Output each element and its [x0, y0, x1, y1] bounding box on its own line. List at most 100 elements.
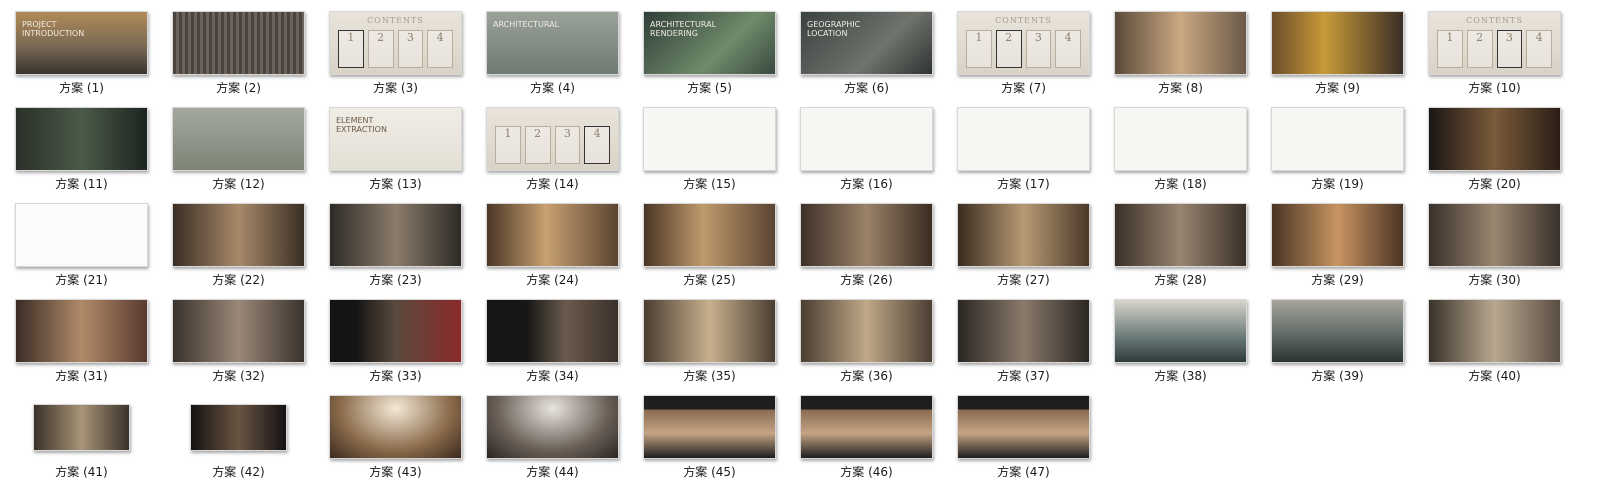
thumbnail-image[interactable] — [33, 403, 130, 451]
thumbnail-image[interactable] — [329, 395, 462, 459]
thumbnail-image[interactable] — [172, 107, 305, 171]
thumbnail-image[interactable]: 1 2 3 4 CONTENTS — [1428, 11, 1561, 75]
thumbnail-image[interactable]: 1 2 3 4 CONTENTS — [957, 11, 1090, 75]
thumbnail-image[interactable]: 1234 — [486, 107, 619, 171]
file-thumbnail-item[interactable]: 方案 (46) — [788, 392, 945, 488]
thumbnail-frame — [160, 104, 317, 174]
thumbnail-image[interactable] — [643, 299, 776, 363]
thumbnail-image[interactable] — [1428, 107, 1561, 171]
file-thumbnail-item[interactable]: GEOGRAPHIC LOCATION 方案 (6) — [788, 8, 945, 104]
thumbnail-image[interactable] — [329, 203, 462, 267]
thumbnail-image[interactable] — [172, 203, 305, 267]
file-thumbnail-item[interactable]: 方案 (29) — [1259, 200, 1416, 296]
file-thumbnail-item[interactable]: 方案 (26) — [788, 200, 945, 296]
thumbnail-image[interactable] — [800, 299, 933, 363]
file-thumbnail-item[interactable]: 方案 (2) — [160, 8, 317, 104]
file-thumbnail-item[interactable]: 方案 (39) — [1259, 296, 1416, 392]
file-thumbnail-item[interactable]: 方案 (18) — [1102, 104, 1259, 200]
thumbnail-image[interactable] — [15, 107, 148, 171]
thumbnail-image[interactable] — [957, 203, 1090, 267]
thumbnail-frame — [1102, 8, 1259, 78]
thumbnail-frame — [631, 200, 788, 270]
file-thumbnail-item[interactable]: 方案 (15) — [631, 104, 788, 200]
file-thumbnail-item[interactable]: 方案 (28) — [1102, 200, 1259, 296]
thumbnail-image[interactable]: ELEMENT EXTRACTION — [329, 107, 462, 171]
thumbnail-image[interactable] — [1428, 203, 1561, 267]
file-thumbnail-item[interactable]: 方案 (20) — [1416, 104, 1573, 200]
thumbnail-image[interactable] — [1271, 107, 1404, 171]
thumbnail-image[interactable] — [957, 395, 1090, 459]
thumbnail-image[interactable]: GEOGRAPHIC LOCATION — [800, 11, 933, 75]
thumbnail-image[interactable] — [1114, 203, 1247, 267]
file-thumbnail-item[interactable]: 方案 (42) — [160, 392, 317, 488]
thumbnail-image[interactable] — [1428, 299, 1561, 363]
file-thumbnail-item[interactable]: 1 2 3 4 CONTENTS 方案 (7) — [945, 8, 1102, 104]
thumbnail-image[interactable]: ARCHITECTURAL RENDERING — [643, 11, 776, 75]
thumbnail-image[interactable] — [957, 299, 1090, 363]
file-thumbnail-item[interactable]: 方案 (31) — [3, 296, 160, 392]
file-thumbnail-item[interactable]: 方案 (22) — [160, 200, 317, 296]
thumbnail-image[interactable]: PROJECT INTRODUCTION — [15, 11, 148, 75]
file-thumbnail-item[interactable]: 方案 (36) — [788, 296, 945, 392]
file-thumbnail-item[interactable]: 1 2 3 4 CONTENTS 方案 (10) — [1416, 8, 1573, 104]
thumbnail-image[interactable] — [957, 107, 1090, 171]
file-thumbnail-item[interactable]: 方案 (23) — [317, 200, 474, 296]
thumbnail-image[interactable] — [643, 203, 776, 267]
file-thumbnail-item[interactable]: 方案 (9) — [1259, 8, 1416, 104]
thumbnail-image[interactable] — [800, 203, 933, 267]
file-thumbnail-item[interactable]: 方案 (11) — [3, 104, 160, 200]
thumbnail-image[interactable] — [643, 395, 776, 459]
file-thumbnail-item[interactable]: 方案 (44) — [474, 392, 631, 488]
thumbnail-image[interactable] — [15, 299, 148, 363]
thumbnail-image[interactable] — [1271, 11, 1404, 75]
thumbnail-image[interactable] — [486, 299, 619, 363]
file-thumbnail-item[interactable]: 方案 (38) — [1102, 296, 1259, 392]
thumbnail-image[interactable] — [486, 395, 619, 459]
file-thumbnail-item[interactable]: ELEMENT EXTRACTION 方案 (13) — [317, 104, 474, 200]
thumbnail-image[interactable] — [800, 107, 933, 171]
thumbnail-image[interactable]: 1 2 3 4 CONTENTS — [329, 11, 462, 75]
thumbnail-image[interactable] — [172, 299, 305, 363]
file-thumbnail-item[interactable]: 方案 (16) — [788, 104, 945, 200]
file-thumbnail-item[interactable]: 方案 (47) — [945, 392, 1102, 488]
thumbnail-image[interactable] — [643, 107, 776, 171]
file-thumbnail-item[interactable]: 方案 (21) — [3, 200, 160, 296]
file-thumbnail-item[interactable]: 方案 (33) — [317, 296, 474, 392]
file-thumbnail-item[interactable]: PROJECT INTRODUCTION 方案 (1) — [3, 8, 160, 104]
file-thumbnail-item[interactable]: 方案 (41) — [3, 392, 160, 488]
thumbnail-image[interactable] — [800, 395, 933, 459]
thumbnail-frame — [945, 392, 1102, 462]
thumbnail-image[interactable] — [329, 299, 462, 363]
thumbnail-image[interactable] — [1114, 107, 1247, 171]
thumbnail-image[interactable] — [486, 203, 619, 267]
file-thumbnail-item[interactable]: 方案 (30) — [1416, 200, 1573, 296]
file-thumbnail-item[interactable]: 方案 (37) — [945, 296, 1102, 392]
file-thumbnail-item[interactable]: 方案 (35) — [631, 296, 788, 392]
file-thumbnail-item[interactable]: 方案 (19) — [1259, 104, 1416, 200]
file-thumbnail-item[interactable]: ARCHITECTURAL 方案 (4) — [474, 8, 631, 104]
thumbnail-image[interactable] — [172, 11, 305, 75]
thumbnail-image[interactable] — [15, 203, 148, 267]
thumbnail-frame — [1259, 8, 1416, 78]
file-thumbnail-item[interactable]: 方案 (25) — [631, 200, 788, 296]
thumbnail-image[interactable] — [190, 403, 287, 451]
file-thumbnail-item[interactable]: 方案 (32) — [160, 296, 317, 392]
file-thumbnail-item[interactable]: 方案 (24) — [474, 200, 631, 296]
contents-card: 4 — [1526, 30, 1552, 68]
file-thumbnail-item[interactable]: 方案 (34) — [474, 296, 631, 392]
file-thumbnail-item[interactable]: 方案 (17) — [945, 104, 1102, 200]
thumbnail-image[interactable] — [1114, 299, 1247, 363]
thumbnail-image[interactable]: ARCHITECTURAL — [486, 11, 619, 75]
file-thumbnail-item[interactable]: 方案 (27) — [945, 200, 1102, 296]
thumbnail-image[interactable] — [1271, 203, 1404, 267]
file-thumbnail-item[interactable]: 方案 (12) — [160, 104, 317, 200]
thumbnail-image[interactable] — [1114, 11, 1247, 75]
file-thumbnail-item[interactable]: 方案 (45) — [631, 392, 788, 488]
file-thumbnail-item[interactable]: 方案 (40) — [1416, 296, 1573, 392]
file-thumbnail-item[interactable]: 1 2 3 4 方案 (14) — [474, 104, 631, 200]
file-thumbnail-item[interactable]: 1 2 3 4 CONTENTS 方案 (3) — [317, 8, 474, 104]
thumbnail-image[interactable] — [1271, 299, 1404, 363]
file-thumbnail-item[interactable]: ARCHITECTURAL RENDERING 方案 (5) — [631, 8, 788, 104]
file-thumbnail-item[interactable]: 方案 (43) — [317, 392, 474, 488]
file-thumbnail-item[interactable]: 方案 (8) — [1102, 8, 1259, 104]
